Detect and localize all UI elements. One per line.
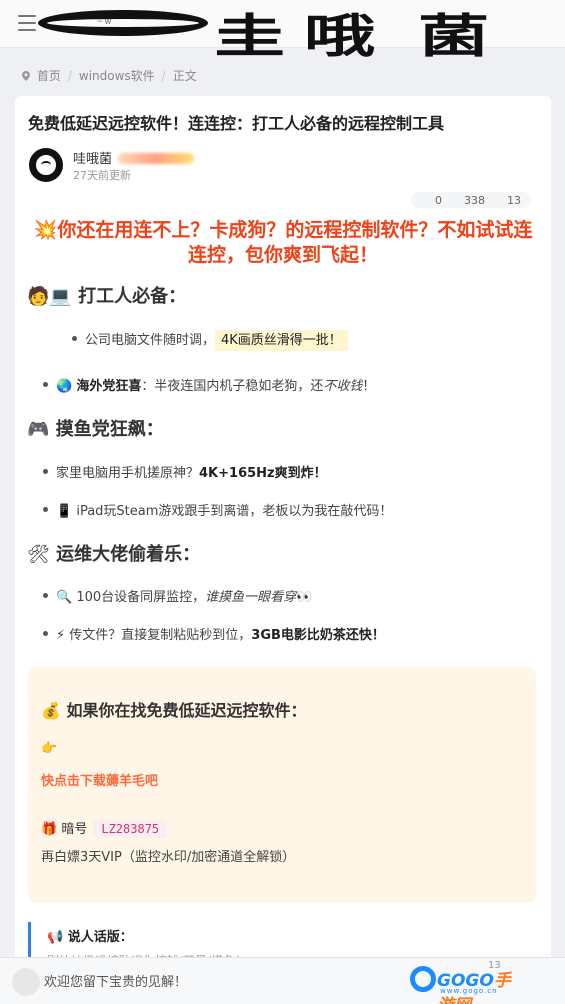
view-count: 338 [464, 194, 485, 207]
highlight-text: 4K画质丝滑得一批！ [215, 330, 348, 351]
section-heading-workers: 🧑💻 打工人必备： [27, 286, 187, 307]
breadcrumb-home[interactable]: 首页 [37, 69, 61, 83]
user-avatar[interactable] [12, 968, 40, 996]
list-item: 📱 iPad玩Steam游戏跟手到离谱，老板以为我在敲代码！ [43, 500, 392, 519]
promo-box: 💰 如果你在找免费低延迟远控软件： 👉 快点击下载薅羊毛吧 🎁 暗号 LZ2838… [28, 667, 536, 903]
location-pin-icon [22, 71, 30, 81]
phone-icon: 📱 [56, 504, 73, 519]
like-count: 13 [507, 194, 521, 207]
section-heading-ops: 🛠 运维大佬偷着乐： [27, 544, 201, 565]
comment-count: 0 [435, 194, 442, 207]
logo-char-2: 哦 [304, 9, 376, 63]
promo-title: 💰 如果你在找免费低延迟远控软件： [41, 701, 307, 720]
gift-icon: 🎁 [41, 822, 58, 837]
author-avatar[interactable] [29, 148, 63, 182]
tools-icon: 🛠 [27, 544, 50, 565]
pointing-hand-icon: 👉 [41, 741, 58, 756]
gamepad-icon: 🎮 [27, 419, 50, 440]
list-item: 家里电脑用手机搓原神？4K+165Hz爽到炸！ [43, 462, 327, 481]
magnifier-icon: 🔍 [56, 590, 73, 605]
site-logo[interactable]: ~ w 圭 哦 菌 [38, 6, 530, 63]
top-bar: ~ w 圭 哦 菌 [0, 0, 565, 63]
money-bag-icon: 💰 [41, 701, 61, 720]
globe-icon: 🌏 [56, 379, 73, 394]
worker-laptop-icon: 🧑💻 [27, 286, 72, 307]
author-badge [118, 153, 195, 164]
article-stats: 0 338 13 [411, 192, 531, 208]
article-card: 免费低延迟远控软件！连连控：打工人必备的远程控制工具 哇哦菌 27天前更新 0 … [15, 96, 551, 1004]
breadcrumb: 首页 / windows软件 / 正文 [22, 67, 197, 84]
promo-code[interactable]: LZ283875 [93, 820, 168, 838]
vip-text: 再白嫖3天VIP（监控水印/加密通道全解锁） [41, 850, 296, 865]
logo-char-1: 圭 [214, 9, 286, 63]
update-time: 27天前更新 [73, 169, 131, 182]
megaphone-icon: 📢 [47, 930, 64, 945]
list-item: 🌏 海外党狂喜：半夜连国内机子稳如老狗，还不收钱！ [43, 375, 375, 394]
site-watermark: GOGO手游网 www.gogo.cn [410, 965, 522, 1004]
watermark-url: www.gogo.cn [440, 987, 498, 995]
comment-bar: 13 GOGO手游网 www.gogo.cn [0, 957, 565, 1004]
eyes-icon: 👀 [296, 590, 313, 605]
quote-title: 📢 说人话版： [47, 930, 133, 945]
watermark-logo-icon [410, 966, 436, 992]
list-item: ⚡ 传文件？直接复制粘贴秒到位，3GB电影比奶茶还快！ [43, 624, 385, 643]
breadcrumb-category[interactable]: windows软件 [79, 69, 155, 83]
download-link[interactable]: 快点击下载薅羊毛吧 [41, 770, 158, 789]
list-item: 公司电脑文件随时调， 4K画质丝滑得一批！ [72, 329, 348, 351]
logo-char-3: 菌 [418, 9, 490, 63]
watermark-text: GOGO手游网 [437, 971, 511, 1004]
code-line: 🎁 暗号 LZ283875 [41, 818, 168, 838]
list-item: 🔍 100台设备同屏监控，谁摸鱼一眼看穿👀 [43, 586, 313, 605]
lightning-icon: ⚡ [56, 628, 66, 643]
section-heading-slackers: 🎮 摸鱼党狂飙： [27, 419, 164, 440]
comment-input[interactable] [44, 970, 394, 994]
logo-mark: ~ w [38, 10, 208, 36]
hamburger-icon[interactable] [18, 15, 36, 31]
breadcrumb-current: 正文 [172, 69, 197, 83]
article-headline: 💥你还在用连不上？卡成狗？的远程控制软件？不如试试连连控，包你爽到飞起！ [33, 219, 533, 266]
author-name[interactable]: 哇哦菌 [73, 148, 195, 167]
article-title: 免费低延迟远控软件！连连控：打工人必备的远程控制工具 [28, 114, 445, 133]
